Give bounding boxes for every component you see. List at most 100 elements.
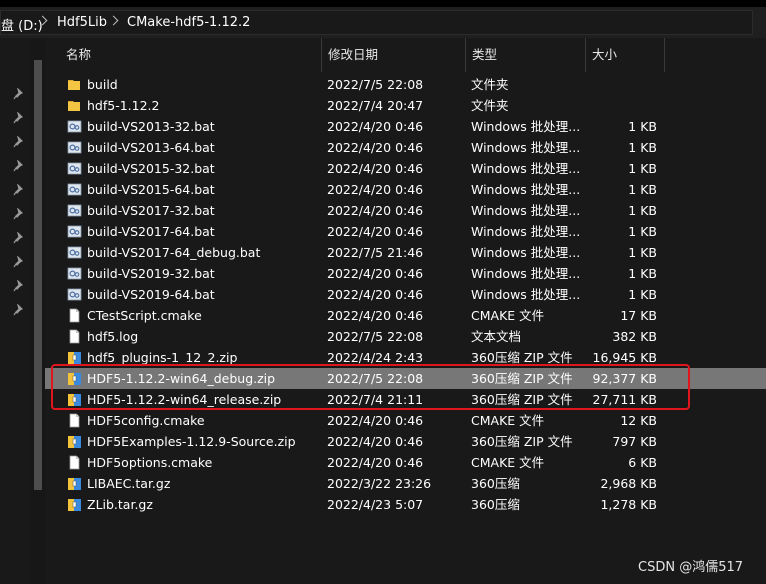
file-row[interactable]: build-VS2017-64_debug.bat 2022/7/5 21:46 W… (45, 242, 766, 263)
file-date: 2022/4/20 0:46 (327, 224, 424, 239)
breadcrumb-current-folder[interactable]: CMake-hdf5-1.12.2 (127, 15, 250, 30)
file-row[interactable]: build-VS2015-64.bat 2022/4/20 0:46 Windows… (45, 179, 766, 200)
file-row[interactable]: build-VS2013-32.bat 2022/4/20 0:46 Windows… (45, 116, 766, 137)
file-date: 2022/4/20 0:46 (327, 119, 424, 134)
file-row[interactable]: build-VS2017-32.bat 2022/4/20 0:46 Windows… (45, 200, 766, 221)
file-row[interactable]: build-VS2017-64.bat 2022/4/20 0:46 Windows… (45, 221, 766, 242)
file-size: 1 KB (628, 287, 657, 302)
file-size: 1 KB (628, 224, 657, 239)
file-row[interactable]: HDF5config.cmake 2022/4/20 0:46 CMAKE 文件 12… (45, 410, 766, 431)
pin-icon[interactable] (13, 136, 25, 148)
file-row[interactable]: hdf5-1.12.2 2022/7/4 20:47 文件夹 (45, 95, 766, 116)
navigation-pane (0, 38, 31, 584)
breadcrumb-hdf5lib[interactable]: Hdf5Lib (57, 15, 107, 30)
file-date: 2022/4/23 5:07 (327, 497, 424, 512)
column-header-name-label: 名称 (66, 47, 92, 62)
file-size: 1 KB (628, 203, 657, 218)
file-size: 1,278 KB (600, 497, 657, 512)
file-name: build-VS2017-64_debug.bat (87, 245, 261, 260)
pin-icon[interactable] (13, 208, 25, 220)
file-name: build-VS2013-32.bat (87, 119, 215, 134)
file-name: build-VS2015-32.bat (87, 161, 215, 176)
pin-icon[interactable] (13, 112, 25, 124)
pin-icon[interactable] (13, 256, 25, 268)
breadcrumb-drive[interactable]: 盘 (D:) (1, 15, 43, 34)
file-row[interactable]: HDF5options.cmake 2022/4/20 0:46 CMAKE 文件 6… (45, 452, 766, 473)
file-name: build-VS2013-64.bat (87, 140, 215, 155)
file-type: 360压缩 ZIP 文件 (471, 434, 573, 449)
file-size: 12 KB (620, 413, 657, 428)
file-date: 2022/7/4 20:47 (327, 98, 424, 113)
file-type: CMAKE 文件 (471, 455, 545, 470)
file-type: 360压缩 (471, 497, 520, 512)
chevron-right-icon[interactable] (108, 15, 119, 26)
file-date: 2022/4/20 0:46 (327, 203, 424, 218)
file-name: LIBAEC.tar.gz (87, 476, 171, 491)
file-name: build (87, 77, 118, 92)
file-row[interactable]: LIBAEC.tar.gz 2022/3/22 23:26 360压缩 2,968 K… (45, 473, 766, 494)
file-name: hdf5-1.12.2 (87, 98, 160, 113)
highlight-box (51, 364, 690, 410)
file-row[interactable]: build-VS2019-32.bat 2022/4/20 0:46 Windows… (45, 263, 766, 284)
file-date: 2022/4/20 0:46 (327, 266, 424, 281)
file-row[interactable]: build 2022/7/5 22:08 文件夹 (45, 74, 766, 95)
pin-icon[interactable] (13, 280, 25, 292)
file-name: build-VS2015-64.bat (87, 182, 215, 197)
file-name: HDF5options.cmake (87, 455, 213, 470)
file-type: Windows 批处理... (471, 161, 581, 176)
file-size: 1 KB (628, 182, 657, 197)
address-bar: 盘 (D:) Hdf5Lib CMake-hdf5-1.12.2 (0, 7, 766, 38)
file-name: hdf5.log (87, 329, 139, 344)
file-type: Windows 批处理... (471, 119, 581, 134)
file-size: 6 KB (628, 455, 657, 470)
file-type: Windows 批处理... (471, 203, 581, 218)
column-header-size-label: 大小 (592, 47, 618, 62)
file-list: 名称 修改日期 类型 大小 build 2022/7/5 22:08 文件夹 hdf5… (45, 38, 766, 584)
file-name: HDF5Examples-1.12.9-Source.zip (87, 434, 296, 449)
file-type: 文件夹 (471, 77, 509, 92)
file-type: Windows 批处理... (471, 182, 581, 197)
file-row[interactable]: CTestScript.cmake 2022/4/20 0:46 CMAKE 文件 1… (45, 305, 766, 326)
file-name: ZLib.tar.gz (87, 497, 153, 512)
scrollbar-thumb[interactable] (34, 60, 42, 490)
watermark: CSDN @鸿儒517 (638, 560, 744, 575)
breadcrumb[interactable]: 盘 (D:) Hdf5Lib CMake-hdf5-1.12.2 (0, 10, 753, 35)
navigation-scrollbar[interactable] (31, 38, 45, 584)
file-date: 2022/7/5 22:08 (327, 329, 424, 344)
file-name: CTestScript.cmake (87, 308, 202, 323)
file-size: 1 KB (628, 140, 657, 155)
column-header-date[interactable]: 修改日期 (322, 38, 466, 72)
pin-icon[interactable] (13, 304, 25, 316)
file-row[interactable]: ZLib.tar.gz 2022/4/23 5:07 360压缩 1,278 KB (45, 494, 766, 515)
file-type: 文件夹 (471, 98, 509, 113)
file-date: 2022/4/20 0:46 (327, 308, 424, 323)
file-row[interactable]: HDF5Examples-1.12.9-Source.zip 2022/4/20 … (45, 431, 766, 452)
file-type: 文本文档 (471, 329, 522, 344)
pin-icon[interactable] (13, 88, 25, 100)
file-size: 1 KB (628, 245, 657, 260)
file-type: Windows 批处理... (471, 224, 581, 239)
file-size: 1 KB (628, 161, 657, 176)
pin-icon[interactable] (13, 232, 25, 244)
pin-icon[interactable] (13, 184, 25, 196)
file-row[interactable]: build-VS2013-64.bat 2022/4/20 0:46 Windows… (45, 137, 766, 158)
column-header-type[interactable]: 类型 (466, 38, 586, 72)
file-date: 2022/7/5 22:08 (327, 77, 424, 92)
file-date: 2022/4/20 0:46 (327, 182, 424, 197)
file-date: 2022/7/5 21:46 (327, 245, 424, 260)
file-date: 2022/4/20 0:46 (327, 140, 424, 155)
file-size: 797 KB (612, 434, 657, 449)
file-date: 2022/3/22 23:26 (327, 476, 432, 491)
column-header-size[interactable]: 大小 (586, 38, 665, 72)
file-size: 17 KB (620, 308, 657, 323)
pin-icon[interactable] (13, 160, 25, 172)
file-row[interactable]: build-VS2019-64.bat 2022/4/20 0:46 Windows… (45, 284, 766, 305)
file-size: 1 KB (628, 266, 657, 281)
file-size: 382 KB (612, 329, 657, 344)
file-date: 2022/4/20 0:46 (327, 287, 424, 302)
file-name: HDF5config.cmake (87, 413, 205, 428)
file-row[interactable]: hdf5.log 2022/7/5 22:08 文本文档 382 KB (45, 326, 766, 347)
file-type: Windows 批处理... (471, 140, 581, 155)
file-row[interactable]: build-VS2015-32.bat 2022/4/20 0:46 Windows… (45, 158, 766, 179)
column-header-name[interactable]: 名称 (60, 38, 322, 72)
